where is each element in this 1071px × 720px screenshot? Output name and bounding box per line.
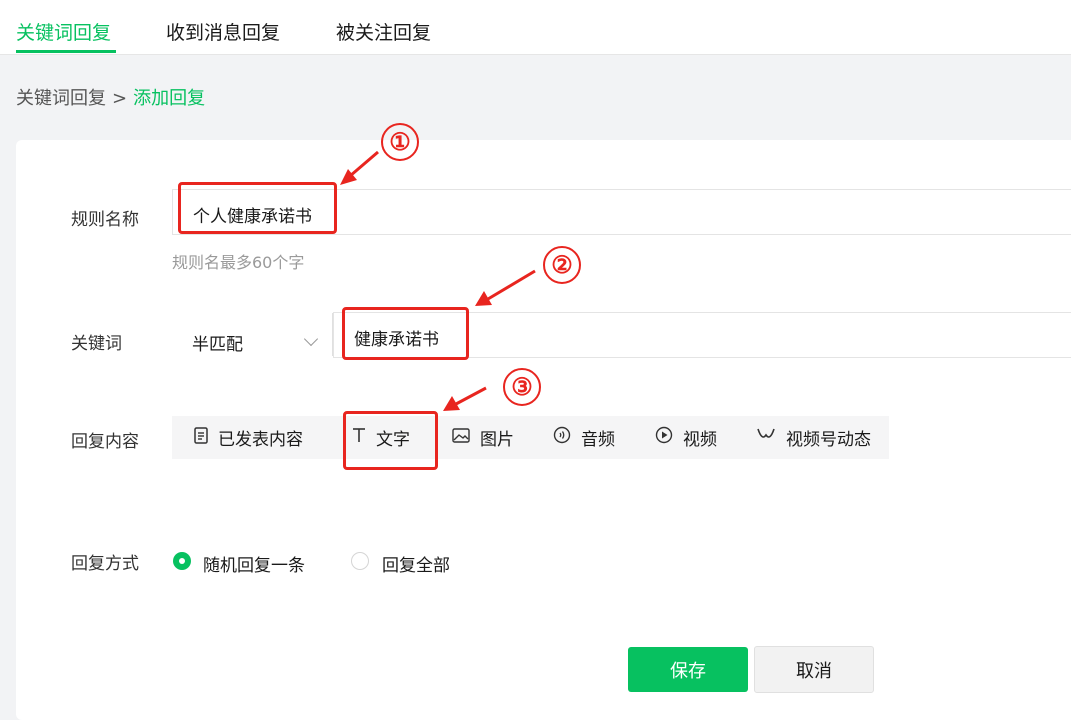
annotation-number-2: ② (543, 246, 581, 284)
annotation-number-1: ① (381, 123, 419, 161)
annotation-number-3: ③ (503, 368, 541, 406)
annotation-arrows (340, 150, 536, 411)
